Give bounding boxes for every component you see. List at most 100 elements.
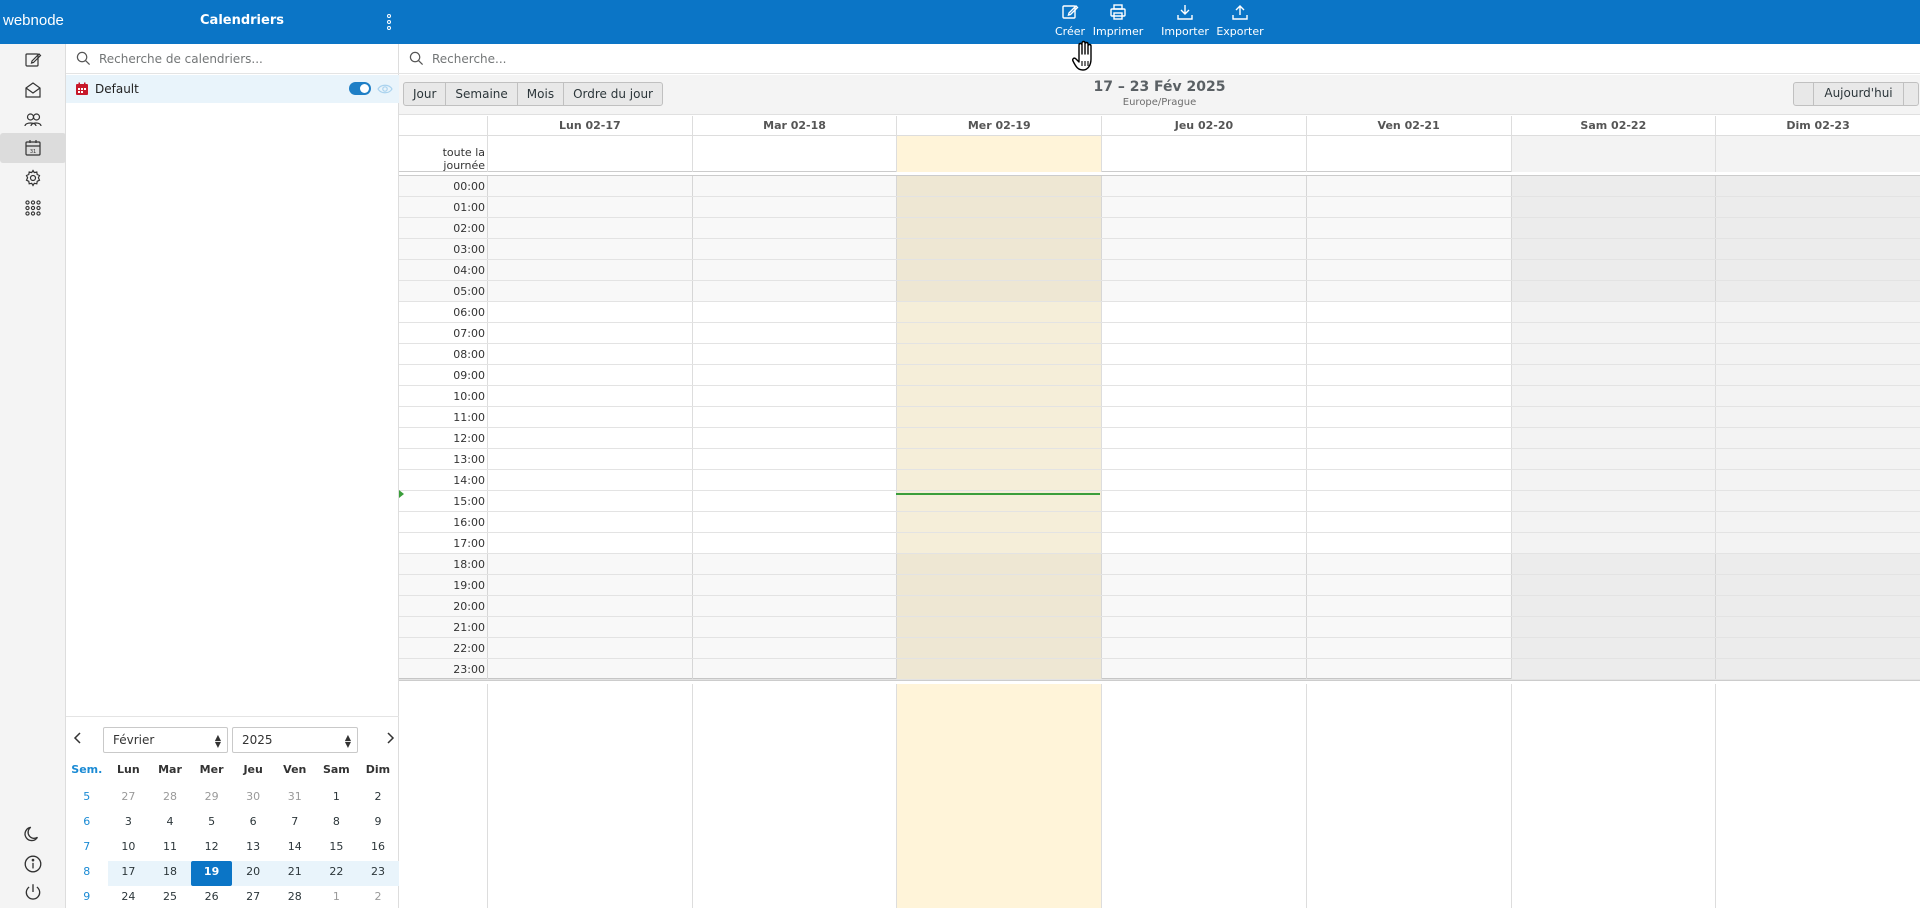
- export-label: Exporter: [1216, 25, 1264, 38]
- mini-day[interactable]: 14: [274, 836, 316, 861]
- mini-day[interactable]: 3: [108, 811, 150, 836]
- day-header[interactable]: Jeu 02-20: [1101, 116, 1306, 136]
- eye-icon[interactable]: [377, 82, 393, 96]
- calendar-enable-toggle[interactable]: [349, 82, 371, 95]
- day-header[interactable]: Lun 02-17: [487, 116, 692, 136]
- month-select[interactable]: Février ▲ ▼: [103, 727, 228, 753]
- mini-day[interactable]: 31: [274, 786, 316, 811]
- panel-options-menu-icon[interactable]: [382, 10, 396, 34]
- mini-day[interactable]: 8: [316, 811, 358, 836]
- download-icon: [1177, 5, 1193, 20]
- create-button[interactable]: Créer: [1055, 2, 1085, 42]
- mini-day[interactable]: 30: [232, 786, 274, 811]
- calendar-nav-icon[interactable]: 31: [0, 133, 66, 163]
- mini-day[interactable]: 11: [149, 836, 191, 861]
- mini-day[interactable]: 12: [191, 836, 233, 861]
- print-button[interactable]: Imprimer: [1093, 2, 1143, 42]
- mini-day[interactable]: 7: [274, 811, 316, 836]
- mini-day[interactable]: 28: [149, 786, 191, 811]
- mini-day[interactable]: 21: [273, 861, 316, 886]
- mail-icon[interactable]: [21, 78, 45, 102]
- mini-week-number[interactable]: 6: [66, 811, 108, 836]
- day-header[interactable]: Dim 02-23: [1715, 116, 1920, 136]
- calendar-search-input[interactable]: [99, 51, 359, 66]
- mini-day[interactable]: 23: [357, 861, 399, 886]
- mini-day[interactable]: 25: [149, 886, 191, 908]
- settings-gear-icon[interactable]: [21, 166, 45, 190]
- below-day-column[interactable]: [1510, 684, 1716, 908]
- mini-day[interactable]: 18: [149, 861, 191, 886]
- below-day-column[interactable]: [1101, 684, 1306, 908]
- allday-day-column[interactable]: [691, 136, 897, 172]
- below-day-column[interactable]: [691, 684, 897, 908]
- mini-day[interactable]: 17: [107, 861, 150, 886]
- mini-week-number[interactable]: 7: [66, 836, 108, 861]
- nav-next-button[interactable]: [1904, 83, 1918, 105]
- allday-day-column[interactable]: [1305, 136, 1511, 172]
- mini-day[interactable]: 6: [232, 811, 274, 836]
- mini-day[interactable]: 28: [274, 886, 316, 908]
- allday-day-column[interactable]: [1101, 136, 1306, 172]
- below-day-column[interactable]: [896, 684, 1102, 908]
- mini-day[interactable]: 4: [149, 811, 191, 836]
- mini-week-number[interactable]: 5: [66, 786, 108, 811]
- import-button[interactable]: Importer: [1160, 2, 1210, 42]
- allday-day-column[interactable]: [1715, 136, 1920, 172]
- mini-day[interactable]: 27: [108, 786, 150, 811]
- mini-day[interactable]: 10: [108, 836, 150, 861]
- logout-power-icon[interactable]: [23, 882, 43, 902]
- day-header[interactable]: Sam 02-22: [1510, 116, 1716, 136]
- chevron-right-icon[interactable]: [381, 729, 399, 747]
- hour-label: 21:00: [453, 621, 485, 634]
- below-day-column[interactable]: [1305, 684, 1511, 908]
- hour-label: 14:00: [453, 474, 485, 487]
- mini-week-row: 5 27 28 29 30 31 1 2: [66, 786, 399, 811]
- info-icon[interactable]: [23, 854, 43, 874]
- compose-icon[interactable]: [21, 48, 45, 72]
- mini-day[interactable]: 9: [357, 811, 399, 836]
- mini-day[interactable]: 15: [316, 836, 358, 861]
- mini-day[interactable]: 29: [191, 786, 233, 811]
- mini-day[interactable]: 2: [357, 886, 399, 908]
- day-header[interactable]: Mer 02-19: [896, 116, 1101, 136]
- event-search-input[interactable]: [432, 51, 692, 66]
- day-header[interactable]: Mar 02-18: [691, 116, 897, 136]
- day-header[interactable]: Ven 02-21: [1305, 116, 1511, 136]
- mini-day[interactable]: 16: [357, 836, 399, 861]
- dark-mode-moon-icon[interactable]: [23, 824, 43, 844]
- export-button[interactable]: Exporter: [1216, 2, 1264, 42]
- allday-day-column[interactable]: [896, 136, 1102, 172]
- hour-row: 08:00: [399, 344, 1920, 365]
- mini-day[interactable]: 26: [191, 886, 233, 908]
- allday-day-column[interactable]: [1510, 136, 1716, 172]
- calendars-panel: Default Février ▲▼ 2025 ▲▼ Sem.LunMarMer…: [66, 44, 399, 908]
- mini-week-number[interactable]: 8: [66, 861, 108, 886]
- mini-week-row: 7 10 11 12 13 14 15 16: [66, 836, 399, 861]
- calendar-list-item[interactable]: Default: [66, 75, 399, 103]
- mini-day[interactable]: 24: [108, 886, 150, 908]
- below-day-column[interactable]: [1715, 684, 1920, 908]
- chevron-left-icon[interactable]: [69, 729, 87, 747]
- mini-day[interactable]: 1: [316, 886, 358, 908]
- mini-day[interactable]: 2: [357, 786, 399, 811]
- mini-day[interactable]: 22: [315, 861, 358, 886]
- allday-day-column[interactable]: [487, 136, 692, 172]
- mini-week-number[interactable]: 9: [66, 886, 108, 908]
- nav-previous-button[interactable]: [1794, 83, 1814, 105]
- below-day-column[interactable]: [487, 684, 692, 908]
- today-button[interactable]: Aujourd'hui: [1814, 83, 1904, 105]
- mini-day[interactable]: 1: [316, 786, 358, 811]
- mini-day[interactable]: 27: [232, 886, 274, 908]
- mini-day[interactable]: 5: [191, 811, 233, 836]
- date-range-title: 17 – 23 Fév 2025: [1093, 79, 1226, 95]
- year-select[interactable]: 2025 ▲ ▼: [232, 727, 358, 753]
- mini-weekday-label: Sem.: [71, 763, 103, 776]
- mini-weekday-label: Ven: [283, 763, 307, 776]
- mini-weekday-label: Sam: [322, 763, 350, 776]
- hour-row: 00:00: [399, 176, 1920, 197]
- apps-grid-icon[interactable]: [21, 196, 45, 220]
- mini-day[interactable]: 20: [232, 861, 274, 886]
- mini-day[interactable]: 13: [232, 836, 274, 861]
- contacts-icon[interactable]: [21, 108, 45, 132]
- mini-day[interactable]: 19: [190, 861, 233, 886]
